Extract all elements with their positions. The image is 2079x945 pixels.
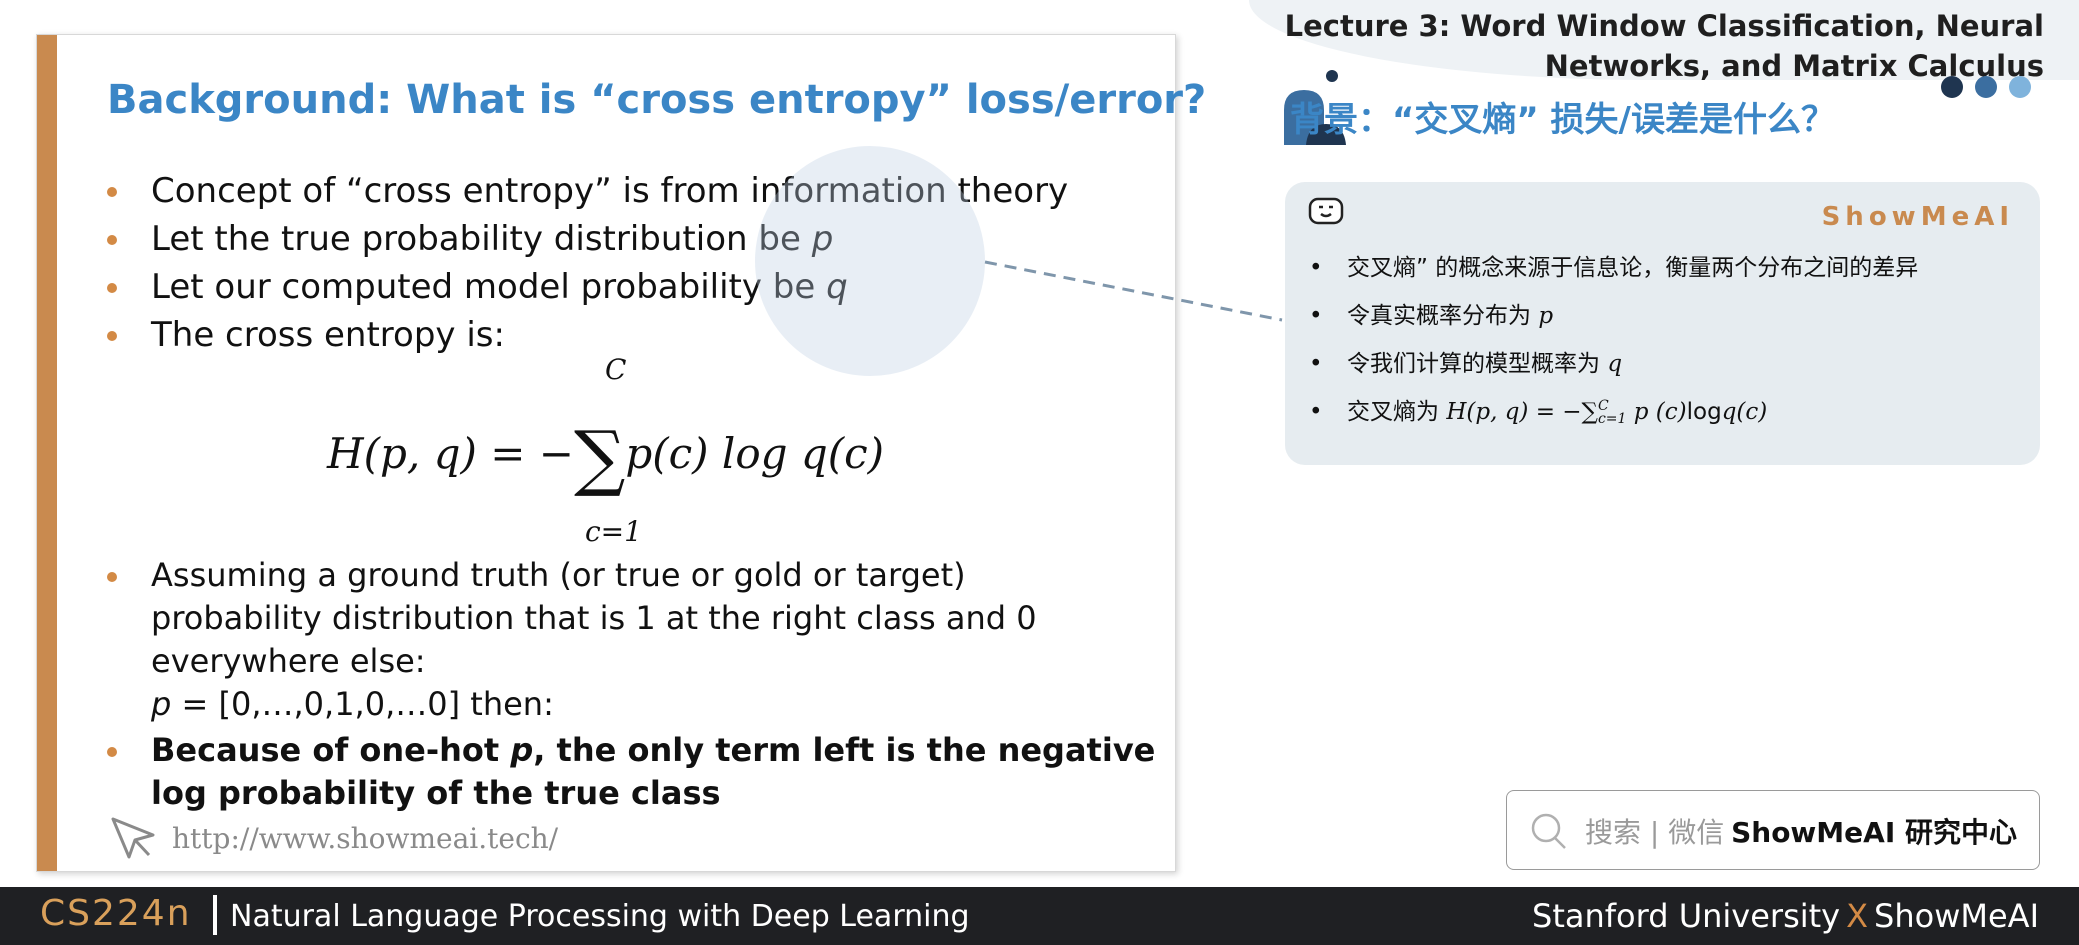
notes-list: 交叉熵” 的概念来源于信息论，衡量两个分布之间的差异 令真实概率分布为 p 令我…: [1309, 244, 2029, 436]
footer-stanford: Stanford University: [1532, 897, 1841, 935]
note-formula: q(c): [1721, 399, 1768, 425]
search-brand: ShowMeAI 研究中心: [1731, 816, 2017, 849]
note-text: 令我们计算的模型概率为: [1347, 351, 1608, 377]
note-sum-lower: c=1: [1597, 410, 1627, 427]
note-item: 令我们计算的模型概率为 q: [1309, 340, 2029, 388]
course-code: CS224n: [40, 893, 192, 934]
footer-showmeai: ShowMeAI: [1874, 897, 2039, 935]
notes-card: ShowMeAI 交叉熵” 的概念来源于信息论，衡量两个分布之间的差异 令真实概…: [1285, 182, 2040, 465]
note-item: 交叉熵为 H(p, q) = −∑Cc=1 p (c)logq(c): [1309, 388, 2029, 436]
note-text: 交叉熵为: [1347, 399, 1447, 425]
note-text: 令真实概率分布为: [1347, 303, 1539, 329]
footer-x: X: [1846, 897, 1869, 935]
search-icon: [1531, 813, 1566, 849]
variable-p: p: [1538, 303, 1554, 329]
wechat-search-box[interactable]: 搜索 | 微信 ShowMeAI 研究中心: [1506, 790, 2040, 870]
notes-title: 背景：“交叉熵” 损失/误差是什么？: [1290, 100, 1835, 140]
note-item: 交叉熵” 的概念来源于信息论，衡量两个分布之间的差异: [1309, 244, 2029, 292]
showmeai-brand: ShowMeAI: [1821, 202, 2014, 232]
note-formula: p (c): [1626, 399, 1687, 425]
search-placeholder: 搜索 | 微信: [1585, 816, 1725, 849]
note-formula-log: log: [1686, 399, 1722, 425]
course-subtitle: Natural Language Processing with Deep Le…: [230, 899, 970, 934]
note-formula-limits: Cc=1: [1597, 399, 1627, 427]
footer-bar: CS224n Natural Language Processing with …: [0, 887, 2079, 945]
variable-q: q: [1607, 351, 1623, 377]
footer-separator: [213, 895, 217, 935]
footer-credits: Stanford University X ShowMeAI: [1532, 897, 2039, 935]
note-item: 令真实概率分布为 p: [1309, 292, 2029, 340]
note-formula: H(p, q) = −∑: [1446, 399, 1598, 425]
note-text: 交叉熵” 的概念来源于信息论，衡量两个分布之间的差异: [1347, 255, 1919, 281]
robot-icon: [1308, 197, 1344, 225]
